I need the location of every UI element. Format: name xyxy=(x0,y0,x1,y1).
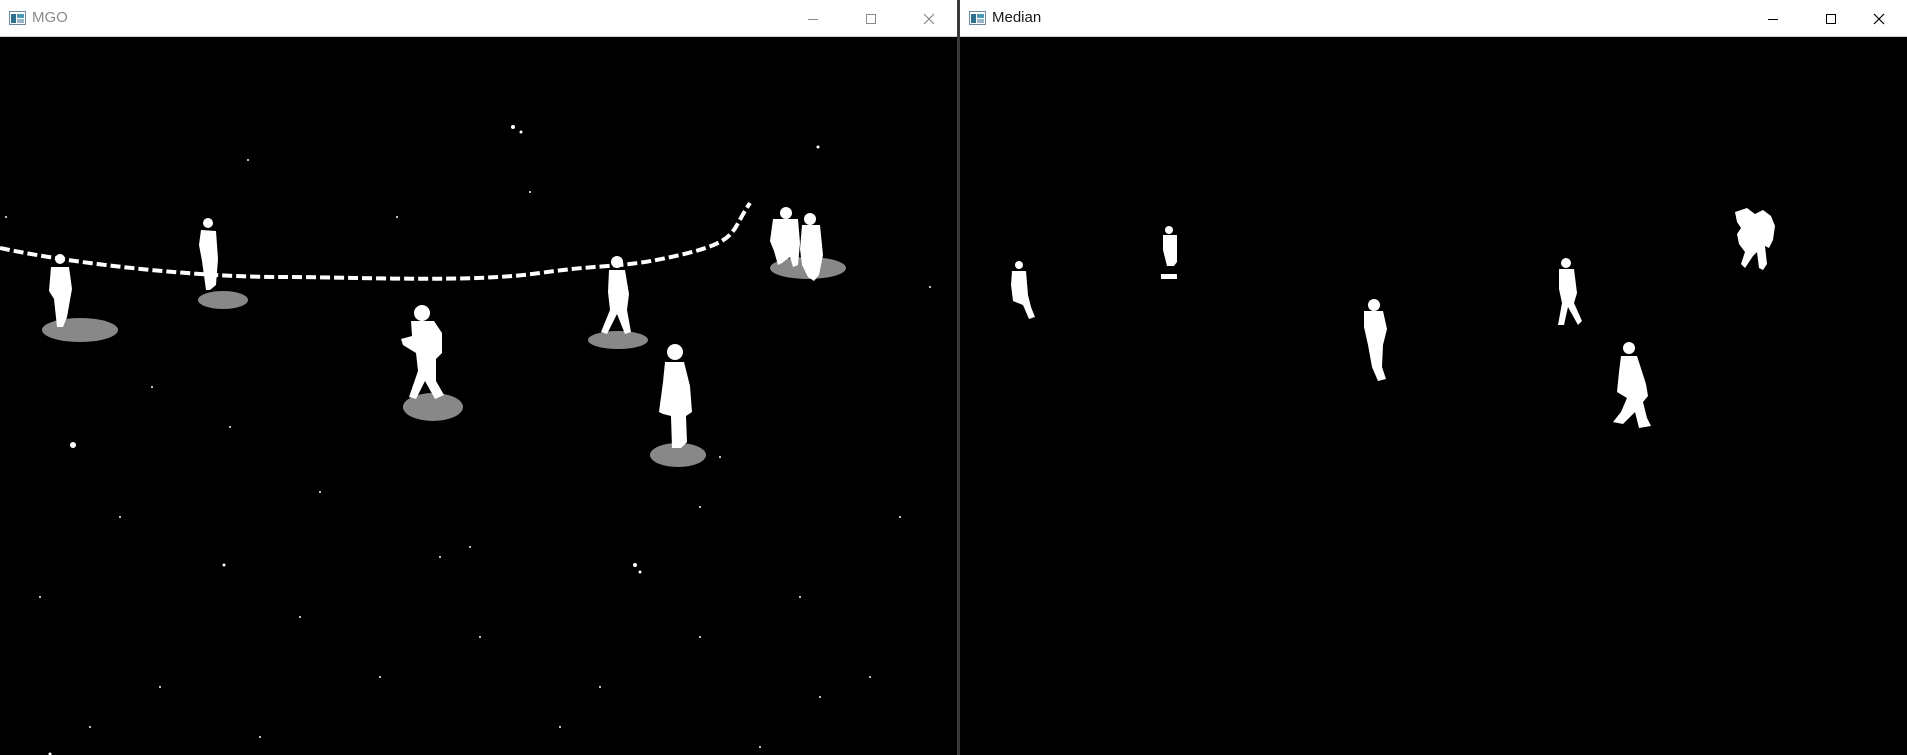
window-title: MGO xyxy=(32,9,68,26)
maximize-button[interactable] xyxy=(1808,0,1854,37)
mask-person xyxy=(770,207,800,267)
minimize-icon xyxy=(808,18,818,20)
maximize-button[interactable] xyxy=(848,0,894,37)
mask-shadow xyxy=(42,318,118,342)
mgo-titlebar[interactable]: MGO xyxy=(0,0,958,37)
mask-shadow xyxy=(198,291,248,309)
mask-shadow xyxy=(588,331,648,349)
opencv-window-icon xyxy=(969,11,986,25)
mask-person xyxy=(1558,258,1582,325)
median-window: Median xyxy=(960,0,1907,755)
minimize-icon xyxy=(1768,18,1778,20)
close-icon xyxy=(1873,13,1885,24)
close-icon xyxy=(923,13,935,24)
mask-person xyxy=(199,218,218,290)
mask-person xyxy=(1613,342,1651,428)
window-title: Median xyxy=(992,9,1042,26)
mask-rope xyxy=(0,201,752,281)
mask-person xyxy=(401,305,444,399)
maximize-icon xyxy=(866,13,876,24)
opencv-window-icon xyxy=(9,11,26,25)
close-button[interactable] xyxy=(906,0,952,37)
mask-person xyxy=(49,254,72,327)
close-button[interactable] xyxy=(1856,0,1902,37)
mask-person xyxy=(1011,261,1035,319)
mask-person xyxy=(659,344,692,448)
median-image-canvas xyxy=(960,37,1907,755)
mask-blob xyxy=(1735,208,1775,270)
maximize-icon xyxy=(1826,13,1836,24)
minimize-button[interactable] xyxy=(790,0,836,37)
mask-person xyxy=(1161,226,1177,279)
mask-person xyxy=(1364,299,1387,381)
minimize-button[interactable] xyxy=(1750,0,1796,37)
median-titlebar[interactable]: Median xyxy=(960,0,1907,37)
mgo-image-canvas xyxy=(0,37,958,755)
mgo-window: MGO xyxy=(0,0,958,755)
